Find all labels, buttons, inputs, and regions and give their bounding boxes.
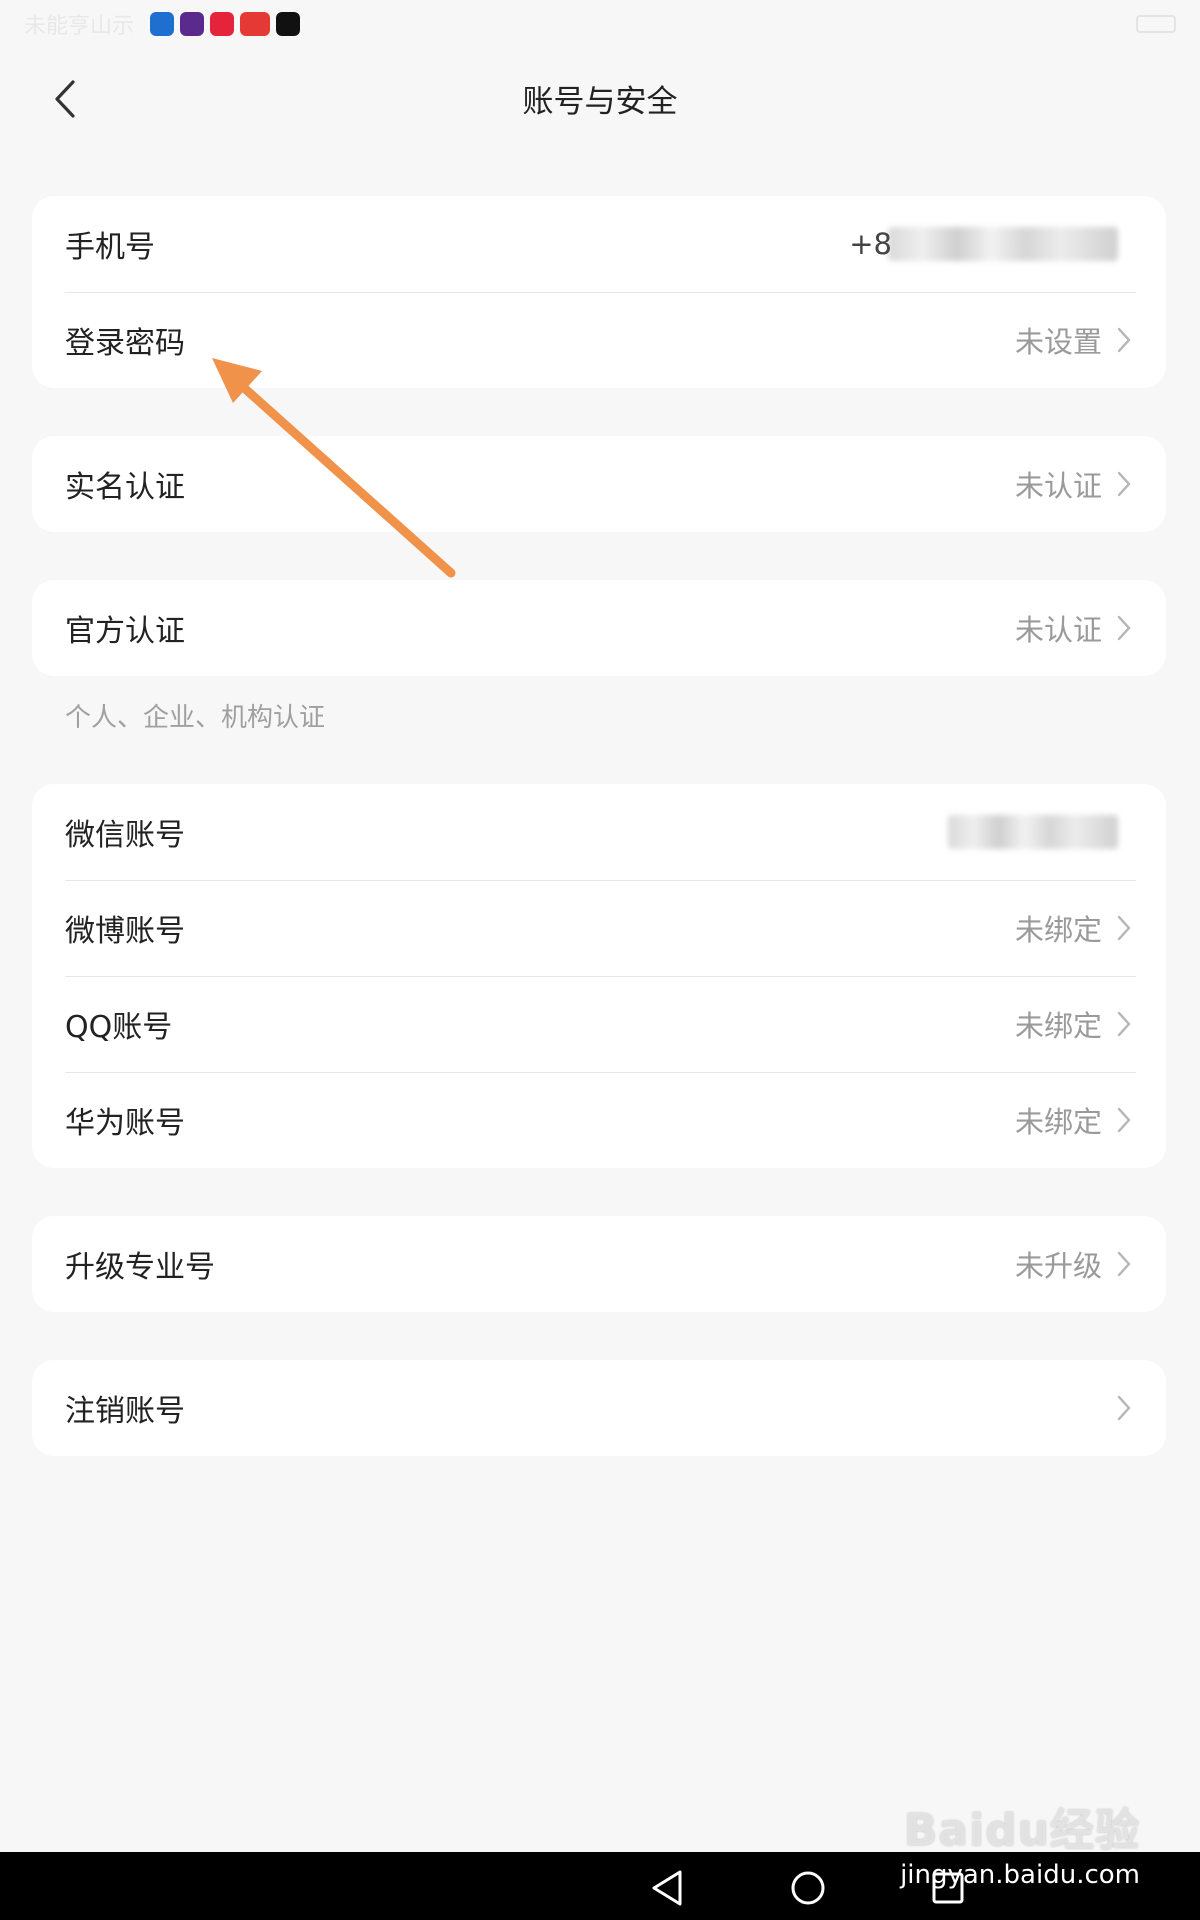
official-hint: 个人、企业、机构认证 [65,703,326,733]
status-right [1136,15,1176,33]
huawei-row[interactable]: 华为账号 未绑定 [32,1072,1166,1168]
baidu-watermark: Baidu经验 jingyan.baidu.com [900,1794,1140,1890]
official-row[interactable]: 官方认证 未认证 [32,580,1166,676]
chevron-right-icon [1117,615,1131,641]
phone-row[interactable]: 手机号 +8 [32,196,1166,292]
chevron-left-icon [55,80,75,118]
cancel-account-group: 注销账号 [32,1360,1166,1456]
wechat-label: 微信账号 [65,818,185,853]
weibo-label: 微博账号 [65,914,185,949]
login-password-label: 登录密码 [65,326,185,361]
status-left: 未能亨山示 [24,8,301,40]
realname-row[interactable]: 实名认证 未认证 [32,436,1166,532]
cancel-account-row[interactable]: 注销账号 [32,1360,1166,1456]
play-app-icon [180,12,205,36]
upgrade-row[interactable]: 升级专业号 未升级 [32,1216,1166,1312]
status-text: 未能亨山示 [24,14,135,39]
phone-label: 手机号 [65,230,155,265]
shield-app-icon [150,12,175,36]
realname-label: 实名认证 [65,470,185,505]
toutiao-app-icon [240,12,271,36]
weibo-row[interactable]: 微博账号 未绑定 [32,880,1166,976]
back-button[interactable] [40,72,90,126]
nav-back-icon[interactable] [646,1866,690,1910]
phone-value-blurred [888,227,1118,261]
upgrade-label: 升级专业号 [65,1250,215,1285]
nav-home-icon[interactable] [786,1866,830,1910]
official-group: 官方认证 未认证 [32,580,1166,676]
wechat-value-blurred [948,815,1118,849]
qq-value: 未绑定 [1014,1009,1102,1043]
qq-row[interactable]: QQ账号 未绑定 [32,976,1166,1072]
weibo-value: 未绑定 [1014,913,1102,947]
chevron-right-icon [1117,327,1131,353]
qq-label: QQ账号 [65,1010,173,1045]
account-group: 手机号 +8 登录密码 未设置 [32,196,1166,388]
chevron-right-icon [1117,1011,1131,1037]
nav-bar: 账号与安全 [0,48,1200,148]
battery-icon [1136,15,1176,33]
wechat-row[interactable]: 微信账号 [32,784,1166,880]
login-password-value: 未设置 [1014,325,1102,359]
upgrade-value: 未升级 [1014,1249,1102,1283]
huawei-label: 华为账号 [65,1106,185,1141]
official-value: 未认证 [1014,613,1102,647]
realname-value: 未认证 [1014,469,1102,503]
chevron-right-icon [1117,1251,1131,1277]
official-label: 官方认证 [65,614,185,649]
xiaohongshu-app-icon [210,12,235,36]
upgrade-group: 升级专业号 未升级 [32,1216,1166,1312]
huawei-value: 未绑定 [1014,1105,1102,1139]
watermark-url: jingyan.baidu.com [900,1860,1140,1890]
realname-group: 实名认证 未认证 [32,436,1166,532]
bindings-group: 微信账号 微博账号 未绑定 QQ账号 未绑定 华为账号 未绑定 [32,784,1166,1168]
watermark-logo: Baidu经验 [903,1805,1140,1856]
chevron-right-icon [1117,915,1131,941]
status-bar: 未能亨山示 [0,0,1200,48]
chevron-right-icon [1117,471,1131,497]
capcut-app-icon [276,12,301,36]
cancel-account-label: 注销账号 [65,1394,185,1429]
chevron-right-icon [1117,1395,1131,1421]
page-title: 账号与安全 [522,83,678,120]
login-password-row[interactable]: 登录密码 未设置 [32,292,1166,388]
phone-prefix: +8 [849,227,892,261]
chevron-right-icon [1117,1107,1131,1133]
